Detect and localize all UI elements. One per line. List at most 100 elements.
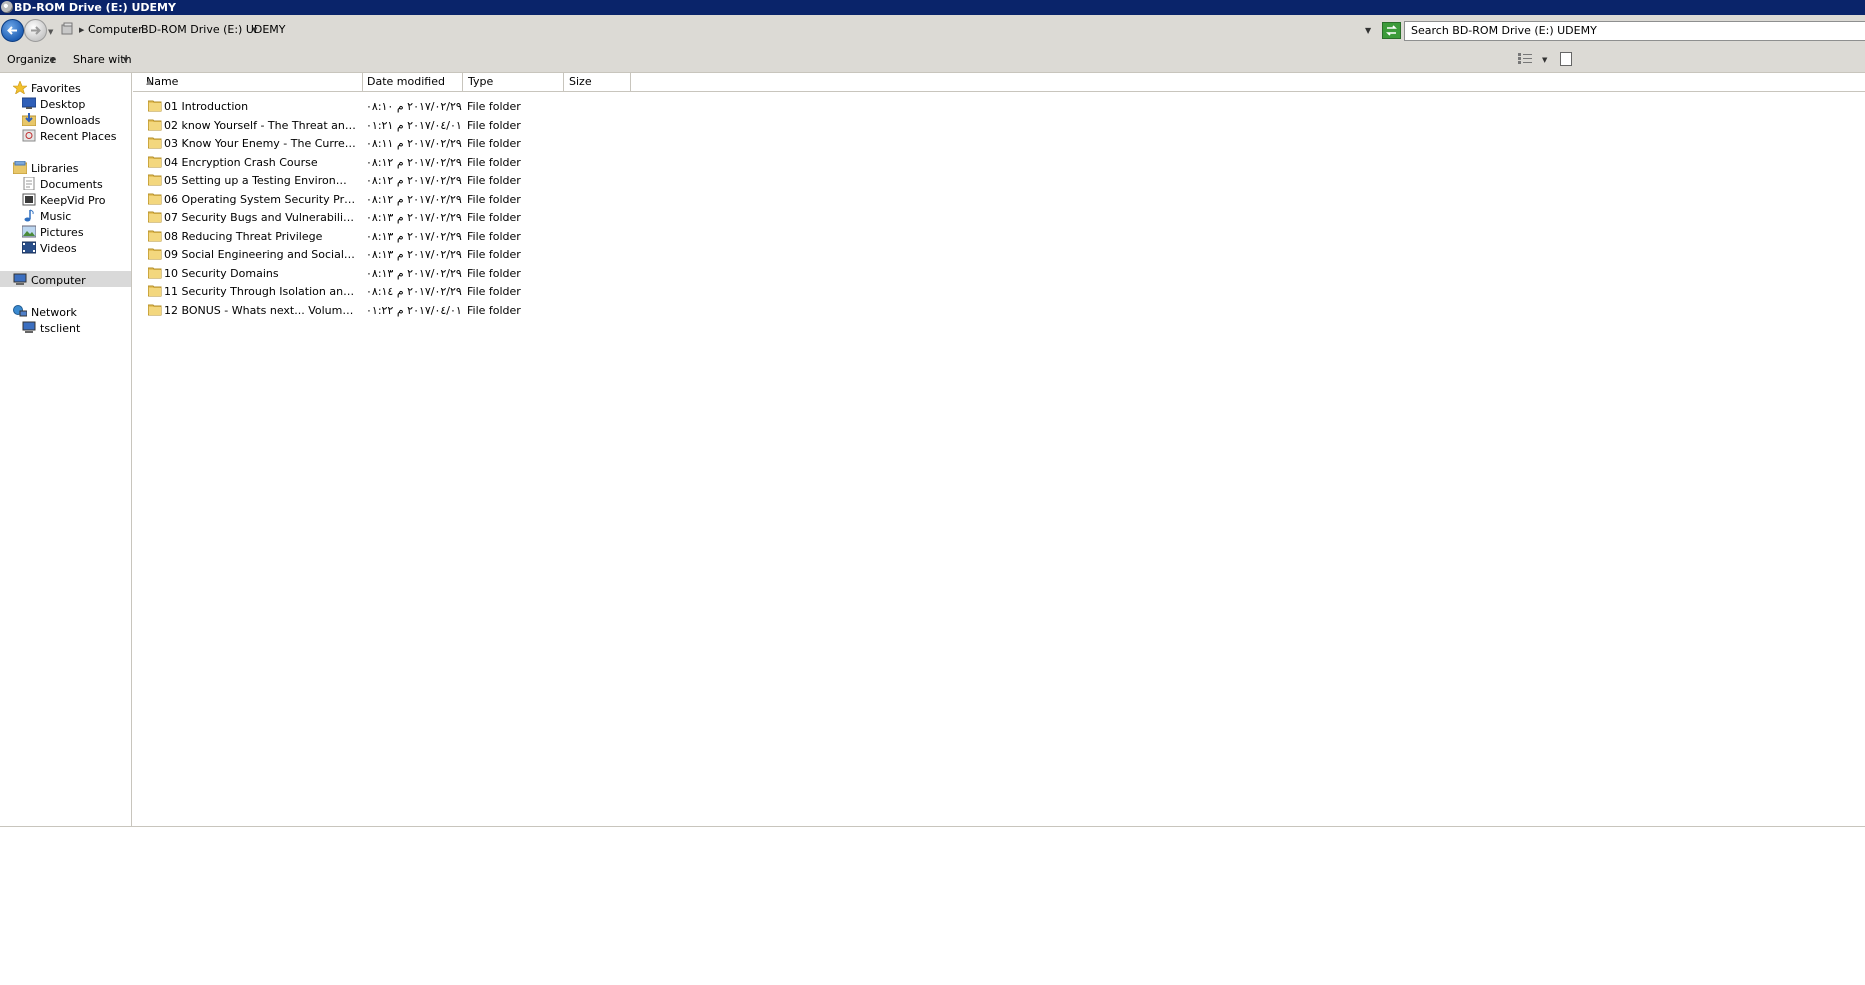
column-header-name[interactable]: Name ▲ [141,73,363,91]
column-headers: Name ▲ Date modified Type Size [133,73,1865,92]
music-note-icon [24,209,34,222]
nav-label: Documents [40,178,103,191]
videos-icon [22,241,36,254]
file-name: 10 Security Domains [164,266,279,280]
file-row[interactable]: 03 Know Your Enemy - The Current Threat … [143,134,521,152]
file-type: File folder [467,211,521,224]
file-row[interactable]: 08 Reducing Threat Privilege ٢٠١٧/٠٢/٢٩ … [143,227,521,245]
file-type: File folder [467,137,521,150]
file-date: ٢٠١٧/٠٢/٢٩ م ٠٨:١٣ [366,248,462,261]
address-history-dropdown-icon[interactable]: ▼ [1365,26,1371,35]
file-type: File folder [467,303,521,317]
folder-icon [148,156,162,167]
file-name: 08 Reducing Threat Privilege [164,229,323,243]
desktop-icon [22,97,36,109]
address-toolbar: ▼ ▶ Computer ▶ BD-ROM Drive (E:) UDEMY ▼… [0,15,1865,45]
file-name: 02 know Yourself - The Threat and Vulner… [164,118,356,132]
file-name: 05 Setting up a Testing Environment Usin… [164,174,356,187]
search-placeholder: Search BD-ROM Drive (E:) UDEMY [1411,24,1597,37]
organize-button[interactable]: Organize [7,53,56,66]
folder-icon [148,248,162,260]
command-toolbar: Organize ▼ Share with ▼ ▼ [0,45,1865,73]
preview-pane-icon[interactable] [1560,52,1572,66]
breadcrumb-current-drive[interactable]: BD-ROM Drive (E:) UDEMY [141,23,286,36]
nav-label: Favorites [31,82,81,95]
file-date: ٢٠١٧/٠٢/٢٩ م ٠٨:١٣ [366,211,462,224]
file-type: File folder [467,248,521,261]
refresh-button[interactable] [1382,22,1401,39]
file-date: ٢٠١٧/٠٢/٢٩ م ٠٨:١٣ [366,229,462,243]
file-row[interactable]: 02 know Yourself - The Threat and Vulner… [143,116,521,134]
nav-label: Music [40,210,72,223]
file-name: 01 Introduction [164,100,249,113]
drive-icon [61,22,73,35]
file-name: 11 Security Through Isolation and Compar… [164,285,356,298]
file-name: 06 Operating System Security Privacy Win… [164,192,356,206]
recent-places-icon [22,129,36,142]
file-date: ٢٠١٧/٠٢/٢٩ م ٠٨:١٠ [366,100,462,113]
file-date: ٢٠١٧/٠٢/٢٩ م ٠٨:١٤ [366,285,462,298]
documents-icon [23,177,35,190]
nav-label: Network [31,306,77,319]
file-row[interactable]: 01 Introduction ٢٠١٧/٠٢/٢٩ م ٠٨:١٠ File … [143,97,521,115]
file-date: ٢٠١٧/٠٢/٢٩ م ٠٨:١٣ [366,266,462,280]
chevron-right-icon[interactable]: ▶ [132,26,137,34]
nav-label: KeepVid Pro [40,194,106,207]
nav-label: Libraries [31,162,79,175]
sort-ascending-icon: ▲ [146,78,152,86]
file-row[interactable]: 12 BONUS - Whats next... Volume 2 3 and … [143,301,521,319]
keepvid-icon [22,193,36,206]
computer-icon [13,273,27,285]
downloads-icon [22,113,36,126]
chevron-down-icon[interactable]: ▼ [1542,56,1547,64]
file-type: File folder [467,229,521,243]
file-name: 07 Security Bugs and Vulnerabilities [164,211,356,224]
column-header-label: Size [569,75,592,88]
window-title: BD-ROM Drive (E:) UDEMY [14,1,176,14]
file-row[interactable]: 11 Security Through Isolation and Compar… [143,282,521,300]
folder-icon [148,119,162,130]
star-icon [13,81,27,94]
back-button[interactable] [1,19,24,42]
file-row[interactable]: 06 Operating System Security Privacy Win… [143,190,521,208]
file-type: File folder [467,285,521,298]
recent-pages-dropdown-icon[interactable]: ▼ [48,28,53,36]
chevron-down-icon[interactable]: ▼ [50,56,55,64]
column-header-size[interactable]: Size [564,73,631,91]
forward-button[interactable] [24,19,47,42]
chevron-down-icon[interactable]: ▼ [252,26,257,34]
folder-icon [148,267,162,278]
folder-icon [148,211,162,223]
chevron-right-icon[interactable]: ▶ [79,26,84,34]
folder-icon [148,174,162,186]
view-options-icon[interactable] [1518,53,1532,64]
title-bar: BD-ROM Drive (E:) UDEMY [0,0,1865,15]
nav-label: Computer [31,274,86,287]
file-name: 12 BONUS - Whats next... Volume 2 3 and … [164,303,356,317]
folder-icon [148,304,162,315]
libraries-icon [13,161,27,174]
chevron-down-icon[interactable]: ▼ [123,56,128,64]
file-row[interactable]: 10 Security Domains ٢٠١٧/٠٢/٢٩ م ٠٨:١٣ F… [143,264,521,282]
file-row[interactable]: 09 Social Engineering and Social Media O… [143,245,521,263]
file-type: File folder [467,118,521,132]
navigation-pane: Favorites Desktop Downloads Recent Place… [0,73,132,826]
network-computer-icon [22,321,36,333]
search-input[interactable]: Search BD-ROM Drive (E:) UDEMY [1404,21,1865,41]
column-header-type[interactable]: Type [463,73,564,91]
file-date: ٢٠١٧/٠٢/٢٩ م ٠٨:١٢ [366,192,462,206]
column-header-label: Type [468,75,494,88]
folder-icon [148,193,162,204]
nav-label: Downloads [40,114,101,127]
file-row[interactable]: 05 Setting up a Testing Environment Usin… [143,171,521,189]
network-icon [13,305,27,317]
details-pane [0,826,1865,985]
file-row[interactable]: 04 Encryption Crash Course ٢٠١٧/٠٢/٢٩ م … [143,153,521,171]
folder-icon [148,230,162,241]
column-header-date[interactable]: Date modified [362,73,463,91]
address-box[interactable]: ▶ Computer ▶ BD-ROM Drive (E:) UDEMY ▼ [58,21,1378,39]
file-type: File folder [467,155,521,169]
file-row[interactable]: 07 Security Bugs and Vulnerabilities ٢٠١… [143,208,521,226]
folder-icon [148,100,162,112]
file-date: ٢٠١٧/٠٤/٠١ م ٠١:٢١ [366,118,462,132]
